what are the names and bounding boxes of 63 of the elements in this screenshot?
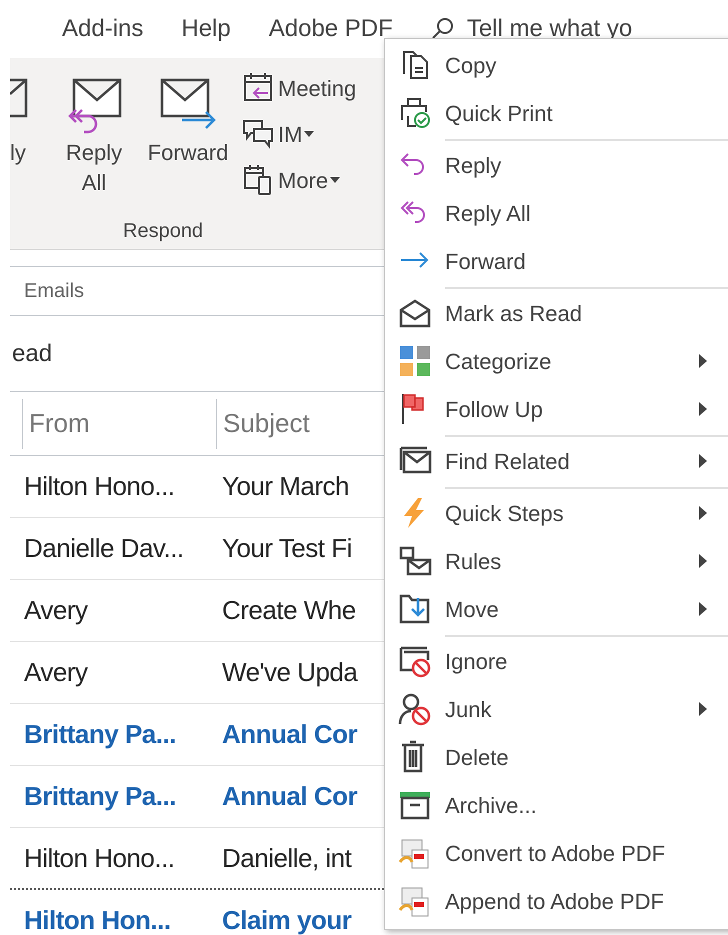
ribbon-button[interactable]: Reply All [54,76,134,198]
subject-text: Claim your [222,904,352,935]
sender-text: Danielle Dav... [23,532,185,565]
folder-arrow-icon [398,592,432,626]
column-header[interactable]: From [22,398,216,448]
menu-item[interactable]: Categorize [385,337,728,385]
menu-item[interactable]: Mark as Read [385,289,728,337]
menu-item[interactable]: Delete [385,733,728,781]
menu-item[interactable]: Append to Adobe PDF [385,877,728,925]
subject-text: Annual Cor [222,718,358,751]
column-header[interactable]: Subject [216,398,310,448]
subject-text: Your Test Fi [222,532,352,565]
menu-item[interactable]: Forward [385,237,728,285]
menu-item[interactable]: Ignore [385,637,728,685]
subject-text: Danielle, int [222,842,352,874]
sender-text: Avery [23,594,89,627]
sender-text: Brittany Pa... [23,718,177,751]
submenu-arrow-icon [699,354,707,368]
submenu-arrow-icon [699,702,707,716]
submenu-arrow-icon [699,602,707,616]
sender-text: Brittany Pa... [23,780,177,813]
reply-button[interactable]: ly [10,76,40,168]
dropdown-caret-icon [304,131,314,137]
menu-item[interactable]: Move [385,585,728,633]
sender-text: Hilton Hono... [23,842,176,874]
printer-icon [398,96,432,130]
ribbon-tab[interactable]: Help [181,11,231,47]
envelope-stack-icon [398,544,432,578]
submenu-arrow-icon [699,554,707,568]
sender-text: Hilton Hono... [23,470,176,503]
filter-label[interactable]: ead [10,336,52,372]
menu-item[interactable]: Rules [385,537,728,585]
submenu-arrow-icon [699,454,707,468]
search-icon [430,17,455,41]
sender-text: Avery [23,656,89,689]
subject-text: Your March [222,470,349,503]
subject-text: We've Upda [222,656,358,689]
sender-text: Hilton Hon... [23,904,172,935]
menu-item[interactable]: Archive... [385,781,728,829]
envelope-block-icon [398,644,432,678]
ribbon-small-button[interactable]: More [242,160,356,200]
chat-bubbles-icon [242,117,276,151]
subject-text: Annual Cor [222,780,358,813]
menu-item[interactable]: Reply All [385,189,728,237]
menu-item[interactable]: Quick Print [385,89,728,137]
search-scope[interactable]: Emails [10,276,84,306]
person-block-icon [398,692,432,726]
menu-item[interactable]: Junk [385,685,728,733]
menu-item[interactable]: Reply [385,141,728,189]
menu-item[interactable]: Find Related [385,437,728,485]
dropdown-caret-icon [330,177,340,183]
menu-item[interactable]: Quick Steps [385,489,728,537]
ribbon-button[interactable]: Forward [148,76,228,168]
submenu-arrow-icon [699,506,707,520]
menu-item[interactable]: Convert to Adobe PDF [385,829,728,877]
menu-item[interactable]: Follow Up [385,385,728,433]
ribbon-small-button[interactable]: IM [242,114,356,154]
ribbon-small-button[interactable]: Meeting [242,68,356,108]
ribbon-tab[interactable]: Add-ins [62,11,144,47]
submenu-arrow-icon [699,402,707,416]
group-label: Respond [123,219,204,244]
color-squares-icon [398,344,432,378]
subject-text: Create Whe [222,594,356,627]
